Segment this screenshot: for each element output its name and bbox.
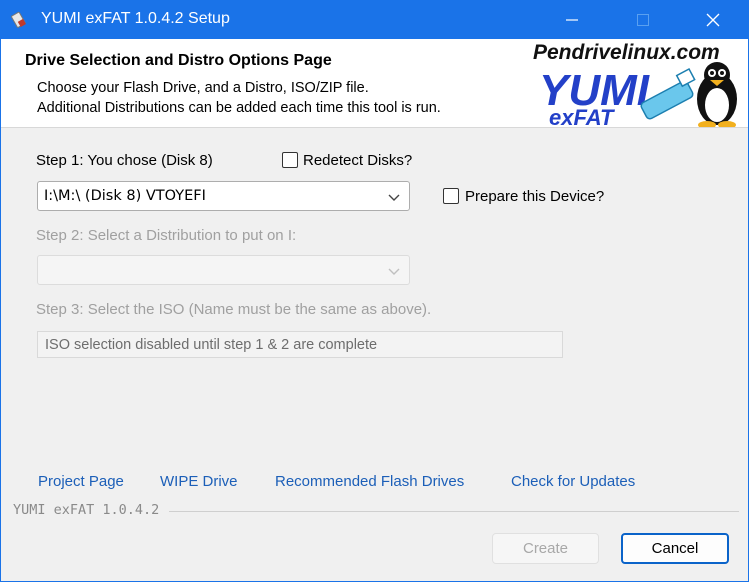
close-icon xyxy=(706,13,720,27)
maximize-icon xyxy=(637,14,649,26)
minimize-icon xyxy=(566,19,578,21)
close-button[interactable] xyxy=(690,1,736,39)
footer-divider xyxy=(169,511,739,512)
cancel-button[interactable]: Cancel xyxy=(621,533,729,564)
create-button: Create xyxy=(492,533,599,564)
recommended-flash-drives-link[interactable]: Recommended Flash Drives xyxy=(275,473,464,490)
version-label: YUMI exFAT 1.0.4.2 xyxy=(13,502,160,518)
chevron-down-icon xyxy=(388,268,400,275)
iso-selection-text: ISO selection disabled until step 1 & 2 … xyxy=(45,337,378,353)
page-header: Drive Selection and Distro Options Page … xyxy=(1,39,748,128)
window-title: YUMI exFAT 1.0.4.2 Setup xyxy=(41,10,230,27)
step1-label: Step 1: You chose (Disk 8) xyxy=(36,152,213,169)
iso-selection-field: ISO selection disabled until step 1 & 2 … xyxy=(37,331,563,358)
maximize-button xyxy=(620,1,666,39)
page-title: Drive Selection and Distro Options Page xyxy=(25,52,332,69)
minimize-button[interactable] xyxy=(549,1,595,39)
distribution-select xyxy=(37,255,410,285)
redetect-disks-checkbox[interactable] xyxy=(282,152,298,168)
drive-select-value: I:\M:\ (Disk 8) VTOYEFI xyxy=(44,188,206,204)
app-icon xyxy=(11,11,26,28)
drive-select[interactable]: I:\M:\ (Disk 8) VTOYEFI xyxy=(37,181,410,211)
step2-label: Step 2: Select a Distribution to put on … xyxy=(36,227,297,244)
prepare-device-label[interactable]: Prepare this Device? xyxy=(465,188,604,205)
redetect-disks-label[interactable]: Redetect Disks? xyxy=(303,152,412,169)
page-description-line1: Choose your Flash Drive, and a Distro, I… xyxy=(37,80,369,96)
step3-label: Step 3: Select the ISO (Name must be the… xyxy=(36,301,432,318)
yumi-logo: Pendrivelinux.com YUMI exFAT xyxy=(533,41,737,127)
wipe-drive-link[interactable]: WIPE Drive xyxy=(160,473,238,490)
chevron-down-icon xyxy=(388,194,400,201)
check-for-updates-link[interactable]: Check for Updates xyxy=(511,473,635,490)
svg-text:Pendrivelinux.com: Pendrivelinux.com xyxy=(533,41,720,64)
prepare-device-checkbox[interactable] xyxy=(443,188,459,204)
title-bar[interactable]: YUMI exFAT 1.0.4.2 Setup xyxy=(1,1,748,39)
setup-window: YUMI exFAT 1.0.4.2 Setup Drive Selection… xyxy=(0,0,749,582)
svg-text:exFAT: exFAT xyxy=(549,105,615,127)
project-page-link[interactable]: Project Page xyxy=(38,473,124,490)
page-description-line2: Additional Distributions can be added ea… xyxy=(37,100,441,116)
